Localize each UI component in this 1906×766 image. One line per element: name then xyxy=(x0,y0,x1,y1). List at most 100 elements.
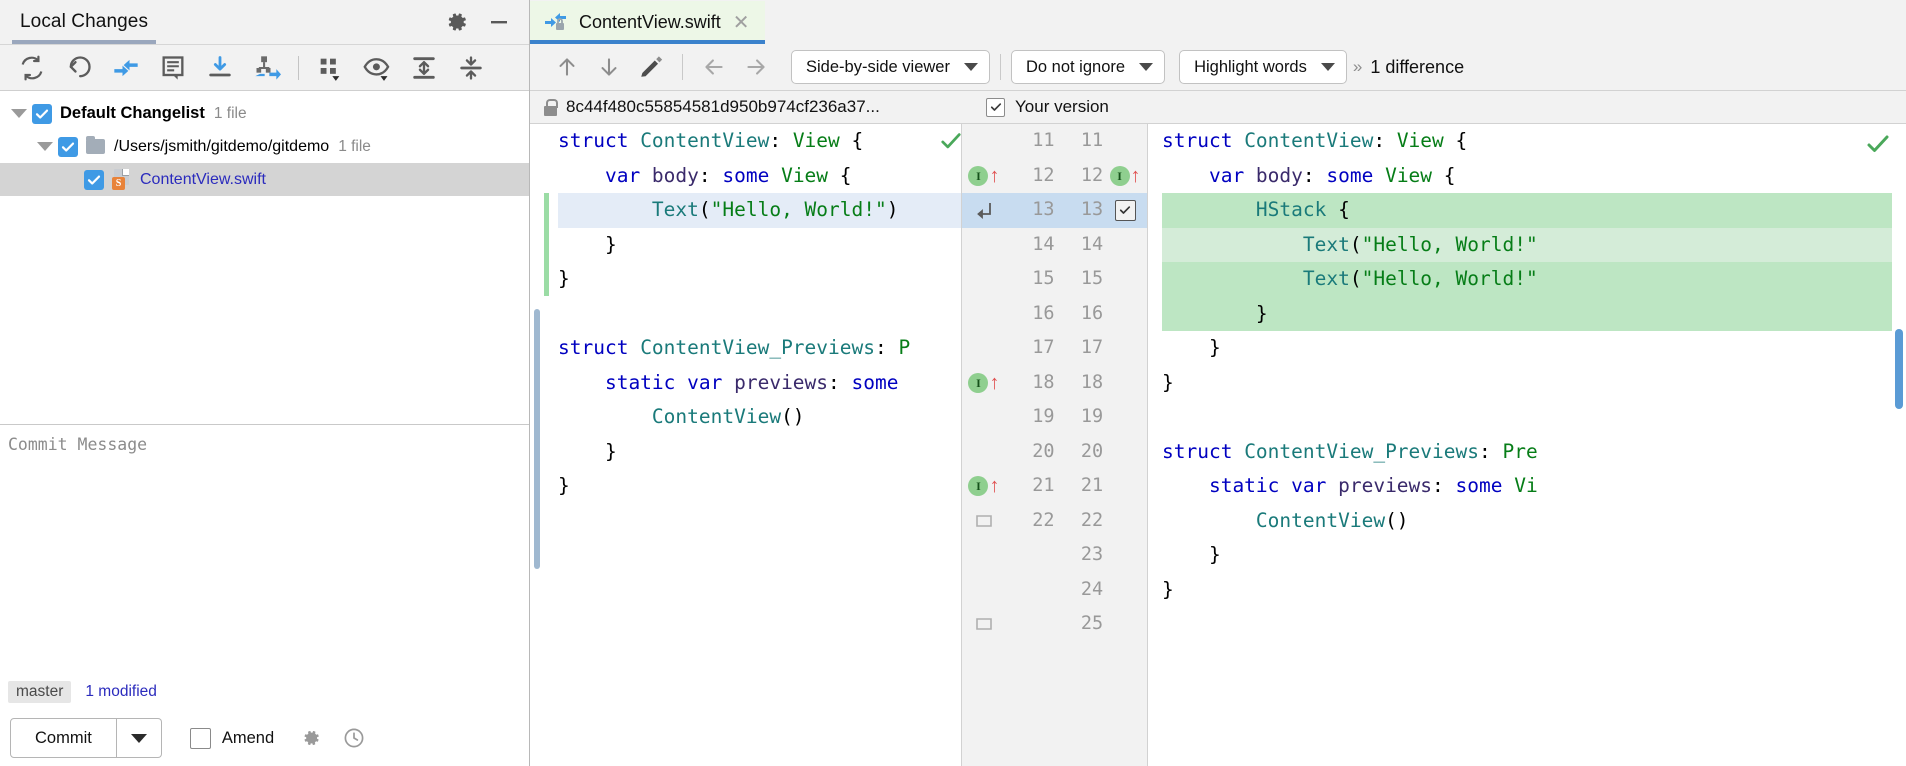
gear-icon[interactable] xyxy=(445,10,469,34)
tab-local-changes[interactable]: Local Changes xyxy=(12,0,157,44)
gutter-marker[interactable]: I ↑ xyxy=(962,159,1006,194)
tab-contentview-swift[interactable]: ContentView.swift ✕ xyxy=(530,1,765,44)
inspection-icon[interactable]: I xyxy=(1109,165,1130,186)
viewer-mode-select[interactable]: Side-by-side viewer xyxy=(791,50,990,84)
gutter-marker-right[interactable] xyxy=(1103,193,1147,228)
gutter-marker-right xyxy=(1103,435,1147,470)
collapse-all-icon[interactable] xyxy=(449,48,493,88)
code-token: body xyxy=(1255,163,1303,187)
arrow-up-icon: ↑ xyxy=(1130,164,1141,187)
code-token: } xyxy=(1162,336,1221,359)
code-token: "Hello, World!" xyxy=(1361,267,1538,290)
modified-count-link[interactable]: 1 modified xyxy=(85,683,157,701)
commit-dropdown-button[interactable] xyxy=(116,718,162,758)
preview-icon[interactable] xyxy=(355,48,399,88)
code-token: ContentView_Previews xyxy=(1244,439,1479,463)
lock-icon xyxy=(544,98,558,116)
gutter-marker[interactable] xyxy=(962,504,1006,539)
clock-icon[interactable] xyxy=(342,726,366,750)
show-diff-icon[interactable] xyxy=(151,48,195,88)
arrow-right-icon[interactable] xyxy=(735,47,777,87)
minimize-icon[interactable] xyxy=(487,10,511,34)
right-revision-checkbox[interactable] xyxy=(986,97,1005,117)
code-token: : xyxy=(1373,129,1397,152)
gear-icon[interactable] xyxy=(300,727,322,749)
commit-message-field[interactable]: Commit Message xyxy=(0,424,529,674)
inspection-icon[interactable]: I xyxy=(968,476,989,497)
right-code-pane[interactable]: struct ContentView: View { var body: som… xyxy=(1148,124,1906,766)
gutter-marker[interactable] xyxy=(962,193,1006,228)
inspection-icon[interactable]: I xyxy=(968,165,989,186)
file-row[interactable]: S ContentView.swift xyxy=(0,163,529,196)
diff-body: struct ContentView: View { var body: som… xyxy=(530,124,1906,766)
code-token: () xyxy=(781,405,805,428)
arrow-down-icon[interactable] xyxy=(588,47,630,87)
diff-toolbar: Side-by-side viewer Do not ignore Highli… xyxy=(530,44,1906,91)
shelve-icon[interactable] xyxy=(245,48,289,88)
revision-header: 8c44f480c55854581d950b974cf236a37... You… xyxy=(530,91,1906,124)
pencil-icon[interactable] xyxy=(630,47,672,87)
left-scroll-thumb[interactable] xyxy=(534,309,540,569)
left-revision-label: 8c44f480c55854581d950b974cf236a37... xyxy=(566,97,880,116)
code-token: ( xyxy=(1349,232,1362,256)
folder-label: /Users/jsmith/gitdemo/gitdemo xyxy=(114,137,330,155)
commit-icon[interactable] xyxy=(104,48,148,88)
branch-name: master xyxy=(8,681,72,703)
changelist-checkbox[interactable] xyxy=(32,103,52,124)
chevron-down-icon[interactable] xyxy=(32,142,58,151)
amend-checkbox[interactable] xyxy=(189,727,211,749)
gutter-marker-right[interactable]: I ↑ xyxy=(1103,159,1147,194)
right-diff-scrollbar[interactable] xyxy=(1892,124,1906,766)
toolbar-separator xyxy=(999,54,1001,80)
group-by-icon[interactable] xyxy=(308,48,352,88)
arrow-left-icon[interactable] xyxy=(693,47,735,87)
left-code-lines: struct ContentView: View { var body: som… xyxy=(544,124,961,504)
refresh-icon[interactable] xyxy=(10,48,54,88)
changes-tree[interactable]: Default Changelist 1 file /Users/jsmith/… xyxy=(0,91,529,424)
file-checkbox[interactable] xyxy=(84,169,104,190)
local-changes-toolbar xyxy=(0,45,529,91)
accept-change-checkbox[interactable] xyxy=(1114,199,1136,221)
changelist-row[interactable]: Default Changelist 1 file xyxy=(0,97,529,130)
folder-checkbox[interactable] xyxy=(58,136,78,157)
gutter-row: 20 20 xyxy=(962,435,1147,470)
commit-extra-actions xyxy=(300,726,366,750)
revert-icon[interactable] xyxy=(57,48,101,88)
gutter-marker-right xyxy=(1103,400,1147,435)
code-token: P xyxy=(898,336,911,359)
code-token: } xyxy=(1162,543,1221,566)
toolbar-separator xyxy=(298,55,299,80)
folder-row[interactable]: /Users/jsmith/gitdemo/gitdemo 1 file xyxy=(0,130,529,163)
expand-all-icon[interactable] xyxy=(402,48,446,88)
code-line: struct ContentView: View { xyxy=(558,124,961,159)
code-token: ContentView xyxy=(1244,129,1374,152)
code-token: { xyxy=(839,129,864,152)
gutter-marker-right xyxy=(1103,504,1147,539)
update-icon[interactable] xyxy=(198,48,242,88)
folder-icon xyxy=(86,136,105,154)
inspection-icon[interactable]: I xyxy=(968,372,989,393)
close-icon[interactable]: ✕ xyxy=(730,13,753,33)
code-token: var xyxy=(558,163,652,187)
gutter-marker[interactable]: I ↑ xyxy=(962,469,1006,504)
chevron-down-icon[interactable] xyxy=(6,109,32,118)
gutter-marker[interactable] xyxy=(962,607,1006,642)
commit-button[interactable]: Commit xyxy=(10,718,117,758)
left-diff-scrollbar[interactable] xyxy=(530,124,544,766)
left-code-pane[interactable]: struct ContentView: View { var body: som… xyxy=(544,124,961,766)
code-token: View xyxy=(792,129,840,152)
left-line-number: 15 xyxy=(1032,268,1055,289)
chevron-down-icon xyxy=(963,63,978,71)
gutter-marker-right xyxy=(1103,262,1147,297)
gutter-marker[interactable]: I ↑ xyxy=(962,366,1006,401)
panel-header-actions xyxy=(445,10,529,34)
arrow-up-icon[interactable] xyxy=(546,47,588,87)
right-scroll-thumb[interactable] xyxy=(1895,329,1903,409)
whitespace-mode-select[interactable]: Do not ignore xyxy=(1010,50,1166,84)
diff-gutter[interactable]: 11 11 I ↑ 12 12 I ↑ 13 13 14 14 15 15 16 16 17 17 I ↑ 18 18 19… xyxy=(961,124,1148,766)
highlight-mode-select[interactable]: Highlight words xyxy=(1179,50,1347,84)
chevron-double-right-icon[interactable]: » xyxy=(1353,57,1363,77)
code-line: ContentView() xyxy=(1162,504,1906,539)
gutter-row: 13 13 xyxy=(962,193,1147,228)
